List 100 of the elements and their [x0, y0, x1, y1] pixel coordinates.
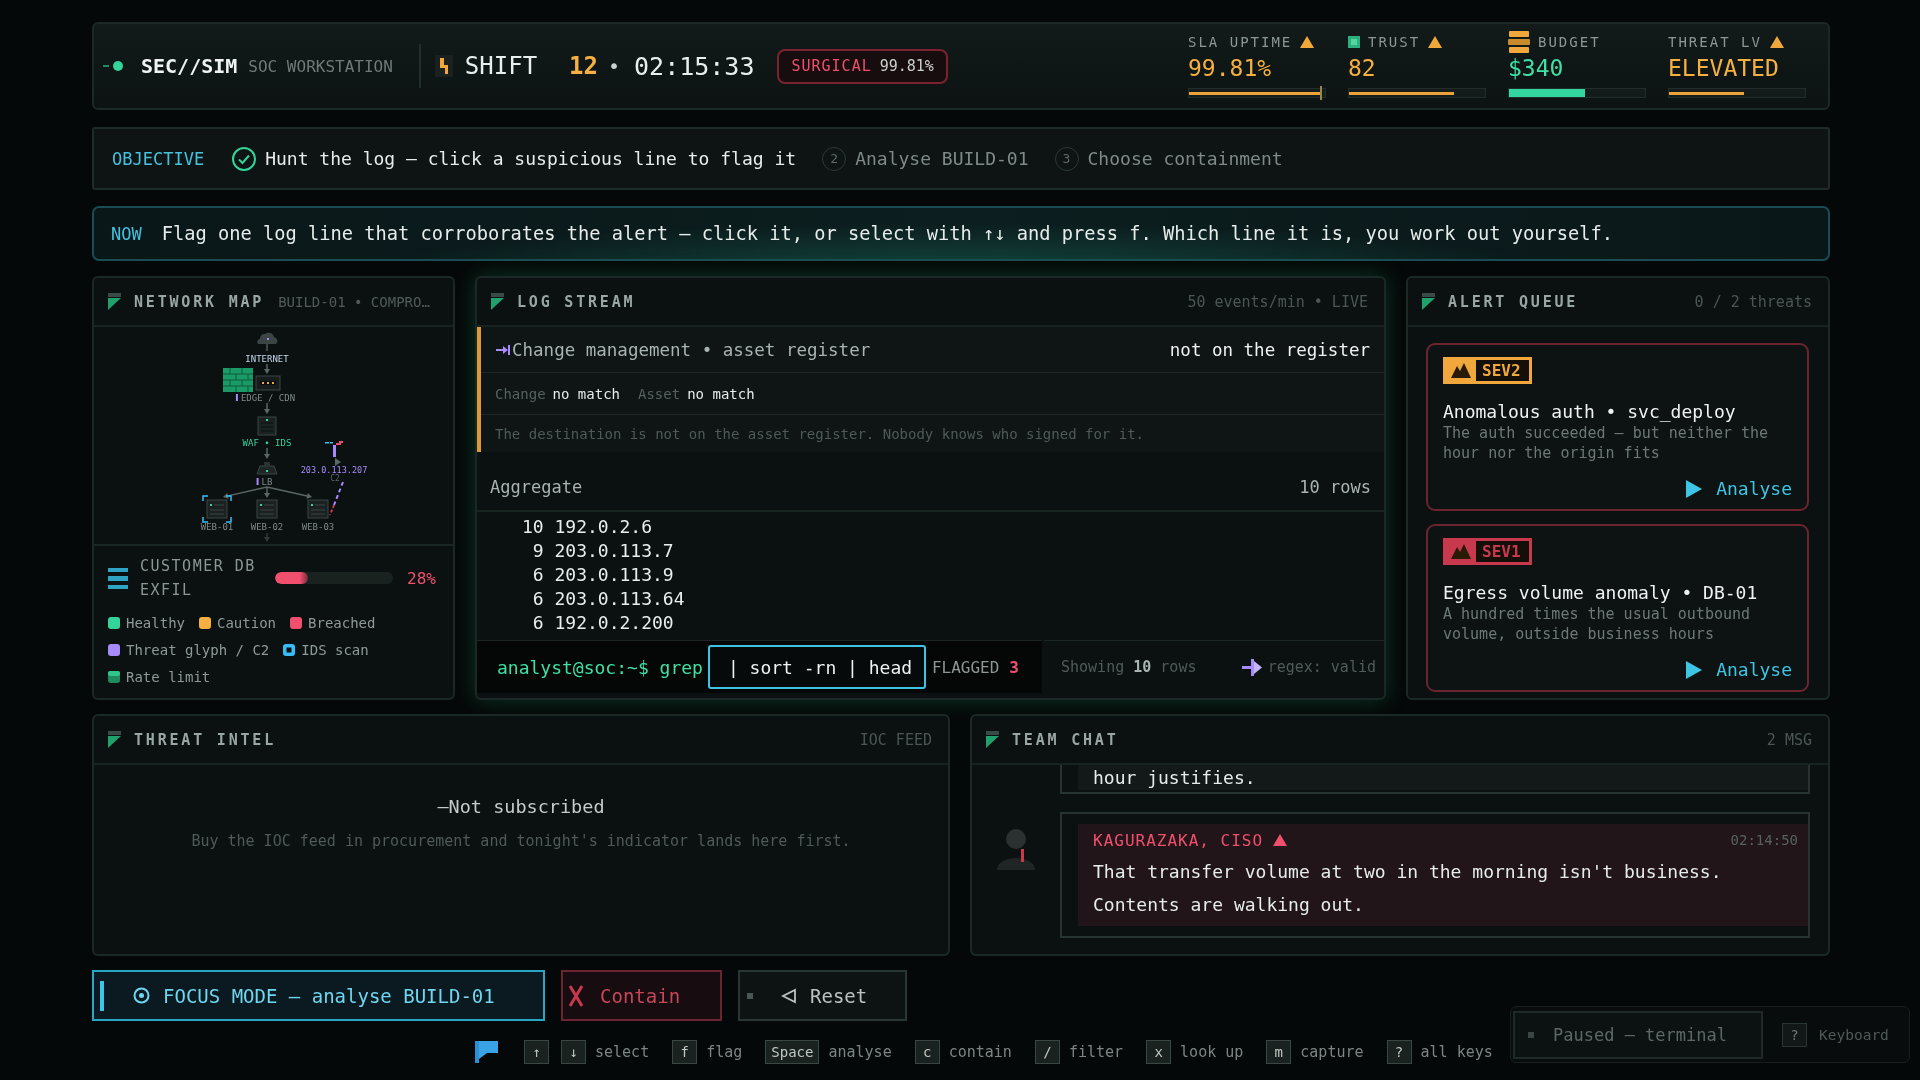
detail-verdict: not on the register: [1169, 339, 1370, 360]
alert-title: Egress volume anomaly • DB-01: [1443, 582, 1759, 604]
stat-value: 99.81%: [1188, 55, 1273, 81]
aggregate-count: 10 rows: [1299, 477, 1371, 497]
db-stack-icon: [108, 567, 128, 589]
keyboard-button[interactable]: ? Keyboard: [1782, 1022, 1889, 1047]
alert-glyph-icon: [1446, 360, 1476, 381]
panel-title: ALERT QUEUE: [1448, 292, 1579, 311]
message-time: 02:14:50: [1730, 832, 1798, 848]
analyse-button[interactable]: Analyse: [1686, 658, 1792, 682]
step-label: Hunt the log — click a suspicious line to flag it: [265, 148, 797, 169]
objective-label: OBJECTIVE: [112, 148, 205, 169]
legend-label: IDS scan: [301, 641, 369, 659]
arrow-to-bar-icon: [496, 344, 510, 355]
node-label: WAF • IDS: [242, 438, 292, 448]
c2-link-line: [329, 481, 344, 516]
panel-title: TEAM CHAT: [1012, 730, 1119, 749]
feed-description: Buy the IOC feed in procurement and tonight's indicator lands here first.: [191, 831, 851, 851]
flag-icon: [108, 293, 121, 310]
node-label: EDGE / CDN: [240, 393, 296, 403]
detail-note: The destination is not on the asset register. Nobody knows who signed for it.: [494, 424, 1145, 444]
contain-button[interactable]: Contain: [561, 970, 722, 1021]
hint-label: filter: [1068, 1043, 1124, 1061]
stat-label: TRUST: [1368, 34, 1421, 50]
back-triangle-icon: [781, 987, 797, 1004]
panel-title: NETWORK MAP: [134, 292, 265, 311]
legend-label: Healthy: [126, 614, 185, 632]
alert-description: A hundred times the usual outbound volume, outside business hours: [1443, 604, 1752, 644]
alert-glyph-icon: [1446, 541, 1476, 562]
pixel-arrow-icon: [1241, 657, 1262, 677]
play-icon: [1686, 480, 1703, 498]
node-label: LB: [261, 477, 273, 487]
flag-icon: [491, 293, 504, 310]
flagged-count: 3: [1009, 657, 1019, 677]
x-mark-icon: [568, 983, 584, 1008]
node-label: WEB-01: [200, 522, 234, 532]
stat-value: $340: [1508, 55, 1565, 81]
message-text: That transfer volume at two in the morning isn't business. Contents are walking out.: [1093, 860, 1723, 917]
log-line[interactable]: 10 192.0.2.6: [522, 515, 653, 539]
router-icon: [255, 375, 281, 391]
coin-stack-icon: [1508, 31, 1530, 53]
shift-number: 12: [569, 52, 598, 80]
panel-meta: 50 events/min • LIVE: [1187, 292, 1368, 311]
legend-label: Caution: [217, 614, 277, 632]
cloud-icon: [257, 332, 278, 351]
field-name: Asset: [638, 385, 681, 402]
link-arrow: [264, 447, 270, 459]
log-line[interactable]: 9 203.0.113.7: [522, 539, 674, 563]
square-icon: [1348, 36, 1360, 48]
panel-meta: 0 / 2 threats: [1694, 292, 1812, 311]
separator-dot: •: [608, 54, 621, 78]
now-label: NOW: [111, 223, 142, 244]
key-cap: ?: [1386, 1040, 1412, 1064]
status-led-icon: [103, 61, 123, 71]
panel-title: LOG STREAM: [517, 292, 636, 311]
panel-subtitle: BUILD-01 • COMPRO…: [278, 293, 430, 310]
key-cap: x: [1146, 1040, 1172, 1064]
panel-meta: 2 MSG: [1766, 730, 1812, 749]
analyse-button[interactable]: Analyse: [1686, 477, 1792, 501]
reset-button[interactable]: Reset: [738, 970, 907, 1021]
shift-label: SHIFT: [464, 52, 538, 80]
node-sublabel: C2: [330, 473, 340, 483]
exfil-label: CUSTOMER DB EXFIL: [140, 556, 257, 601]
bolt-icon: [434, 55, 453, 77]
node-label: WEB-02: [250, 522, 284, 532]
key-cap: /: [1034, 1040, 1060, 1064]
log-line[interactable]: 6 203.0.113.9: [522, 563, 674, 587]
appliance-icon: [257, 416, 277, 436]
key-cap: ↓: [561, 1040, 586, 1064]
stat-label: SLA UPTIME: [1188, 34, 1293, 50]
paused-label: Paused — terminal: [1553, 1024, 1727, 1045]
log-line[interactable]: 6 192.0.2.200: [522, 611, 674, 635]
flag-icon: [986, 731, 999, 748]
server-icon: [256, 499, 278, 519]
key-cap: f: [672, 1040, 698, 1064]
flag-icon: [475, 1041, 498, 1063]
instruction-text: Flag one log line that corroborates the alert — click it, or select with ↑↓ and press f. Which line it is, you work out yourself.: [161, 223, 1614, 244]
field-name: Change: [495, 385, 546, 402]
key-cap: ?: [1782, 1022, 1807, 1047]
command-input-field[interactable]: | sort -rn | head: [707, 645, 926, 689]
balancer-icon: [256, 462, 278, 475]
log-line[interactable]: 6 203.0.113.64: [522, 587, 685, 611]
stat-label: THREAT LV: [1668, 34, 1762, 50]
stat-value: 82: [1348, 55, 1377, 81]
detail-heading: Change management • asset register: [512, 339, 871, 360]
step-label: Choose containment: [1087, 148, 1283, 169]
play-icon: [1686, 661, 1703, 679]
key-cap: ↑: [524, 1040, 549, 1064]
panel-meta: IOC FEED: [859, 730, 932, 749]
key-cap: m: [1266, 1040, 1292, 1064]
flag-icon: [1422, 293, 1435, 310]
hint-label: flag: [706, 1043, 743, 1061]
hint-label: analyse: [828, 1043, 892, 1061]
hint-label: contain: [948, 1043, 1012, 1061]
node-label: INTERNET: [245, 354, 289, 364]
terminal-prompt: analyst@soc:~$ grep: [497, 656, 703, 678]
severity-label: SEV1: [1481, 541, 1522, 562]
threat-glyph-icon: [325, 441, 343, 466]
warning-triangle-icon: [1273, 834, 1288, 846]
focus-button[interactable]: FOCUS MODE — analyse BUILD-01: [92, 970, 545, 1021]
